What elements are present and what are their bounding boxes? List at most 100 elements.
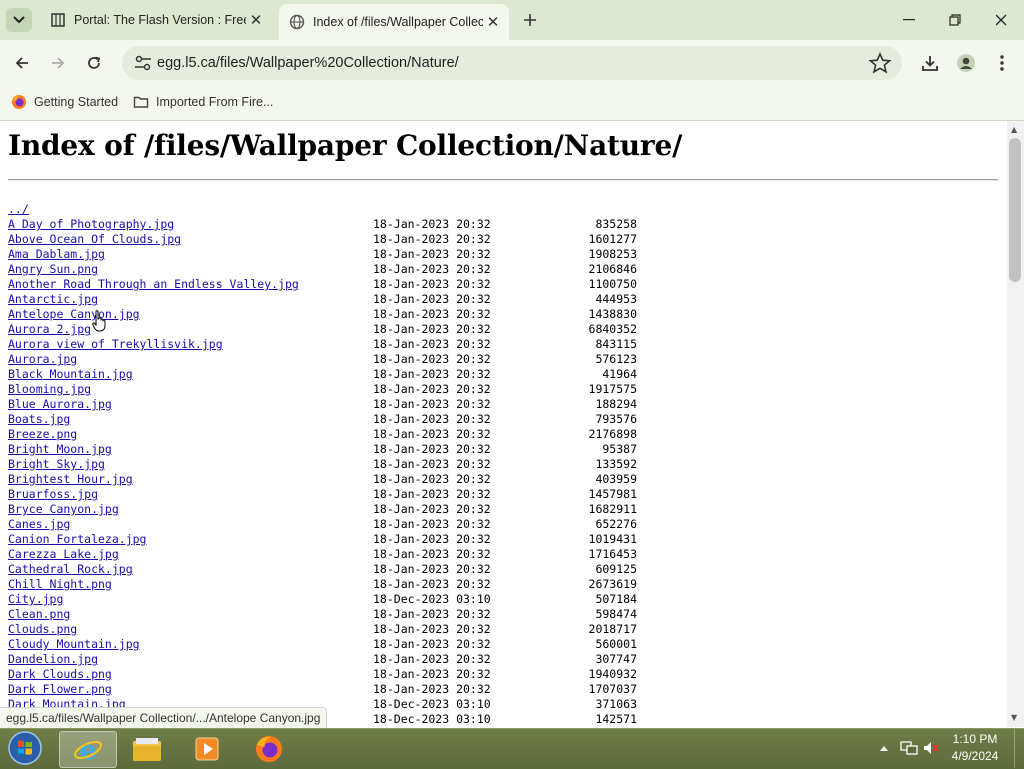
profile-button[interactable]	[954, 51, 978, 75]
table-row: Dark Clouds.png 18-Jan-2023 20:32 1940932	[8, 667, 637, 682]
menu-button[interactable]	[990, 51, 1014, 75]
table-row: Above Ocean Of Clouds.jpg 18-Jan-2023 20:…	[8, 232, 637, 247]
file-date: 18-Jan-2023 20:32	[373, 337, 491, 351]
file-listing: ../ A Day of Photography.jpg 18-Jan-2023 …	[8, 202, 637, 727]
file-link[interactable]: Aurora view of Trekyllisvik.jpg	[8, 337, 223, 351]
downloads-button[interactable]	[918, 51, 942, 75]
table-row: Dandelion.jpg 18-Jan-2023 20:32 307747	[8, 652, 637, 667]
forward-button[interactable]	[44, 49, 72, 77]
file-link[interactable]: Black Mountain.jpg	[8, 367, 133, 381]
windows-start-icon[interactable]	[6, 730, 44, 766]
file-size: 1438830	[588, 307, 637, 321]
file-link[interactable]: Boats.jpg	[8, 412, 70, 426]
bookmark-folder-imported[interactable]: Imported From Fire...	[133, 92, 273, 112]
restore-button[interactable]	[933, 6, 977, 34]
firefox-icon	[256, 735, 282, 762]
tab-search-button[interactable]	[6, 8, 32, 32]
file-link[interactable]: Dark Clouds.png	[8, 667, 112, 681]
file-link[interactable]: Antelope Canyon.jpg	[8, 307, 140, 321]
file-explorer-icon	[133, 737, 161, 761]
scrollbar-thumb[interactable]	[1009, 138, 1021, 282]
file-link[interactable]: Another Road Through an Endless Valley.j…	[8, 277, 299, 291]
file-link[interactable]: Cathedral Rock.jpg	[8, 562, 133, 576]
table-row: A Day of Photography.jpg 18-Jan-2023 20:3…	[8, 217, 637, 232]
bookmark-getting-started[interactable]: Getting Started	[11, 92, 118, 112]
file-size: 576123	[595, 352, 637, 366]
show-desktop-button[interactable]	[1014, 729, 1024, 768]
file-link[interactable]: Carezza Lake.jpg	[8, 547, 119, 561]
site-info-icon[interactable]	[132, 53, 154, 73]
file-date: 18-Jan-2023 20:32	[373, 277, 491, 291]
tab-index[interactable]: Index of /files/Wallpaper Collec ✕	[279, 4, 509, 40]
file-link[interactable]: Blue Aurora.jpg	[8, 397, 112, 411]
file-link[interactable]: A Day of Photography.jpg	[8, 217, 174, 231]
file-size: 444953	[595, 292, 637, 306]
file-link[interactable]: Dark Flower.png	[8, 682, 112, 696]
scroll-up-icon[interactable]: ▲	[1011, 125, 1017, 134]
network-icon[interactable]	[900, 740, 918, 756]
file-link[interactable]: Chill Night.png	[8, 577, 112, 591]
file-link[interactable]: Angry Sun.png	[8, 262, 98, 276]
new-tab-button[interactable]	[518, 8, 542, 32]
file-date: 18-Jan-2023 20:32	[373, 652, 491, 666]
table-row: Cathedral Rock.jpg 18-Jan-2023 20:32 60912…	[8, 562, 637, 577]
file-link[interactable]: Bruarfoss.jpg	[8, 487, 98, 501]
file-link[interactable]: Above Ocean Of Clouds.jpg	[8, 232, 181, 246]
file-link[interactable]: Clouds.png	[8, 622, 77, 636]
file-date: 18-Jan-2023 20:32	[373, 667, 491, 681]
tab-title: Portal: The Flash Version : Free	[74, 13, 246, 27]
table-row: Breeze.png 18-Jan-2023 20:32 2176898	[8, 427, 637, 442]
table-row: Antelope Canyon.jpg 18-Jan-2023 20:32 1438…	[8, 307, 637, 322]
taskbar-media-player[interactable]	[179, 731, 235, 766]
tab-portal[interactable]: Portal: The Flash Version : Free ✕	[40, 4, 272, 36]
parent-directory-link[interactable]: ../	[8, 202, 29, 216]
profile-icon	[957, 54, 975, 72]
taskbar-firefox[interactable]	[241, 731, 297, 766]
file-link[interactable]: Breeze.png	[8, 427, 77, 441]
back-button[interactable]	[8, 49, 36, 77]
file-link[interactable]: Bryce Canyon.jpg	[8, 502, 119, 516]
close-icon[interactable]: ✕	[483, 12, 503, 32]
file-link[interactable]: Cloudy Mountain.jpg	[8, 637, 140, 651]
file-size: 1601277	[588, 232, 637, 246]
file-link[interactable]: Aurora.jpg	[8, 352, 77, 366]
page-content: Index of /files/Wallpaper Collection/Nat…	[0, 121, 1007, 727]
file-link[interactable]: Dandelion.jpg	[8, 652, 98, 666]
file-link[interactable]: Antarctic.jpg	[8, 292, 98, 306]
file-link[interactable]: Brightest Hour.jpg	[8, 472, 133, 486]
file-date: 18-Jan-2023 20:32	[373, 457, 491, 471]
file-link[interactable]: Canion Fortaleza.jpg	[8, 532, 146, 546]
tray-expand-icon[interactable]	[879, 740, 889, 756]
file-link[interactable]: City.jpg	[8, 592, 63, 606]
close-window-button[interactable]	[979, 6, 1023, 34]
system-clock[interactable]: 1:10 PM 4/9/2024	[942, 731, 1008, 765]
file-date: 18-Dec-2023 03:10	[373, 712, 491, 726]
file-link[interactable]: Bright Moon.jpg	[8, 442, 112, 456]
file-link[interactable]: Clean.png	[8, 607, 70, 621]
file-link[interactable]: Canes.jpg	[8, 517, 70, 531]
bookmark-star-icon[interactable]	[868, 52, 892, 74]
file-link[interactable]: Ama Dablam.jpg	[8, 247, 105, 261]
file-link[interactable]: Aurora 2.jpg	[8, 322, 91, 336]
file-link[interactable]: Bright Sky.jpg	[8, 457, 105, 471]
close-icon[interactable]: ✕	[246, 10, 266, 30]
table-row: Aurora 2.jpg 18-Jan-2023 20:32 6840352	[8, 322, 637, 337]
file-date: 18-Jan-2023 20:32	[373, 382, 491, 396]
reload-button[interactable]	[80, 49, 108, 77]
plus-icon	[524, 14, 536, 26]
link-status-bubble: egg.l5.ca/files/Wallpaper Collection/...…	[0, 707, 328, 729]
file-date: 18-Jan-2023 20:32	[373, 427, 491, 441]
file-date: 18-Jan-2023 20:32	[373, 682, 491, 696]
file-size: 6840352	[588, 322, 637, 336]
table-row: Bright Moon.jpg 18-Jan-2023 20:32 95387	[8, 442, 637, 457]
file-link[interactable]: Blooming.jpg	[8, 382, 91, 396]
divider	[8, 179, 998, 181]
taskbar-internet-explorer[interactable]: e	[59, 731, 117, 768]
scroll-down-icon[interactable]: ▼	[1011, 713, 1017, 722]
file-size: 1940932	[588, 667, 637, 681]
minimize-button[interactable]	[887, 6, 931, 34]
taskbar-file-explorer[interactable]	[119, 731, 175, 766]
table-row: Ama Dablam.jpg 18-Jan-2023 20:32 1908253	[8, 247, 637, 262]
folder-icon	[133, 96, 149, 108]
volume-muted-icon[interactable]	[922, 740, 940, 756]
